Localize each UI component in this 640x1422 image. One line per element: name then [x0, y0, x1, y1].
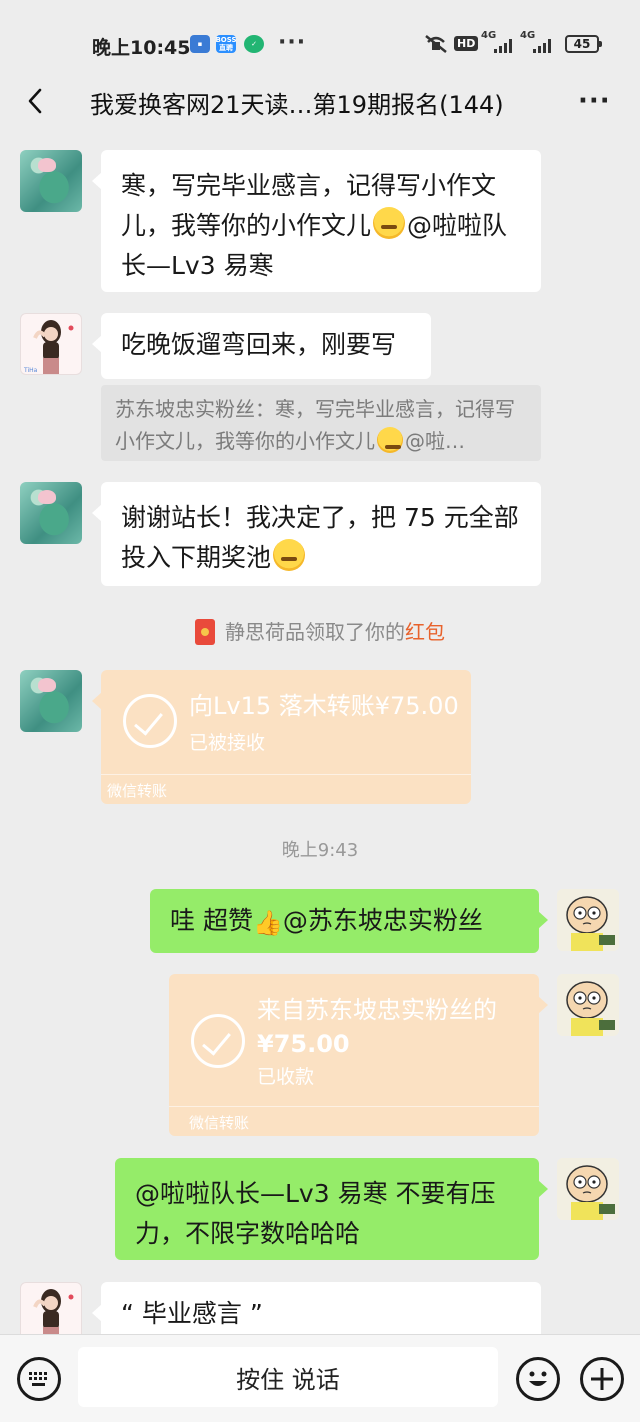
status-more-icon: ···	[278, 30, 307, 55]
message-bubble-self[interactable]: @啦啦队长—Lv3 易寒 不要有压力，不限字数哈哈哈	[115, 1158, 548, 1260]
time-divider: 晚上9:43	[281, 840, 359, 861]
signal-icon-2	[533, 37, 555, 53]
message-text: 吃晚饭遛弯回来，刚要写	[121, 330, 397, 359]
avatar-lotus[interactable]	[20, 670, 82, 732]
chat-header: 我爱换客网21天读…第19期报名(144) ···	[0, 78, 640, 126]
plus-icon[interactable]	[580, 1357, 624, 1401]
status-bar: 晚上10:45 ▪ BOSS直聘 ✓ ··· HD 4G 4G 45	[0, 0, 640, 78]
emoji-icon	[373, 207, 406, 239]
mention-text: @苏东坡忠实粉丝	[282, 906, 483, 935]
avatar-lotus[interactable]	[20, 482, 82, 544]
mute-icon	[425, 35, 447, 53]
emoji-icon[interactable]	[516, 1357, 560, 1401]
chat-title: 我爱换客网21天读…第19期报名(144)	[90, 91, 504, 119]
message-app-icon: ▪	[190, 35, 210, 53]
transfer-card[interactable]: 向Lv15 落木转账¥75.00 已被接收 微信转账	[92, 670, 471, 804]
keyboard-icon[interactable]	[17, 1357, 61, 1401]
avatar-self[interactable]	[557, 974, 619, 1036]
shield-app-icon: ✓	[244, 35, 264, 53]
transfer-title: 向Lv15 落木转账¥75.00	[189, 692, 459, 720]
emoji-icon	[377, 427, 403, 453]
message-bubble[interactable]: 寒，写完毕业感言，记得写小作文儿，我等你的小作文儿 @啦啦队长—Lv3 易寒	[92, 150, 541, 292]
avatar-lotus[interactable]	[20, 150, 82, 212]
transfer-footer: 微信转账	[107, 782, 168, 800]
avatar-self[interactable]	[557, 1158, 619, 1220]
transfer-title: 来自苏东坡忠实粉丝的	[257, 996, 497, 1024]
red-packet-notice: 静思荷品领取了你的红包	[0, 616, 640, 645]
transfer-divider	[169, 1106, 539, 1107]
check-circle-icon	[123, 694, 177, 748]
emoji-icon	[273, 539, 306, 571]
red-packet-link[interactable]: 红包	[405, 620, 445, 644]
status-time: 晚上10:45	[92, 37, 191, 59]
battery-icon: 45	[565, 35, 602, 53]
message-bubble[interactable]: 吃晚饭遛弯回来，刚要写	[92, 313, 431, 379]
transfer-card[interactable]: 来自苏东坡忠实粉丝的 ¥75.00 已收款 微信转账	[169, 974, 548, 1136]
transfer-amount: ¥75.00	[257, 1030, 350, 1058]
red-packet-icon	[195, 619, 215, 645]
message-text: “ 毕业感言 ”	[121, 1299, 263, 1328]
thumbs-up-icon: 👍	[252, 909, 283, 937]
transfer-footer: 微信转账	[189, 1114, 250, 1132]
notice-text: 静思荷品领取了你的	[225, 620, 405, 644]
quoted-message[interactable]: 苏东坡忠实粉丝：寒，写完毕业感言，记得写小作文儿，我等你的小作文儿 @啦…	[101, 385, 541, 461]
transfer-status: 已收款	[257, 1066, 315, 1088]
check-circle-icon	[191, 1014, 245, 1068]
message-text: @啦啦队长—Lv3 易寒 不要有压力，不限字数哈哈哈	[135, 1179, 496, 1248]
hd-badge: HD	[454, 36, 479, 51]
quote-text-end: @啦…	[405, 429, 465, 453]
battery-level: 45	[573, 37, 591, 51]
transfer-status: 已被接收	[189, 732, 266, 754]
avatar-self[interactable]	[557, 889, 619, 951]
back-arrow-icon[interactable]	[22, 86, 52, 116]
input-bar: 按住 说话	[0, 1334, 640, 1422]
transfer-divider	[101, 774, 471, 775]
signal-icon-1	[494, 37, 516, 53]
boss-app-icon: BOSS直聘	[215, 35, 237, 53]
message-bubble[interactable]: 谢谢站长！我决定了，把 75 元全部投入下期奖池	[92, 482, 541, 586]
hold-to-talk-button[interactable]: 按住 说话	[78, 1347, 498, 1407]
avatar-girl[interactable]: TiHa	[20, 313, 82, 375]
message-bubble-self[interactable]: 哇 超赞👍@苏东坡忠实粉丝	[150, 889, 548, 953]
message-text: 谢谢站长！我决定了，把 75 元全部投入下期奖池	[121, 503, 519, 572]
chat-more-button[interactable]: ···	[578, 86, 611, 116]
svg-text:TiHa: TiHa	[23, 367, 38, 374]
message-text: 哇 超赞	[170, 906, 253, 935]
